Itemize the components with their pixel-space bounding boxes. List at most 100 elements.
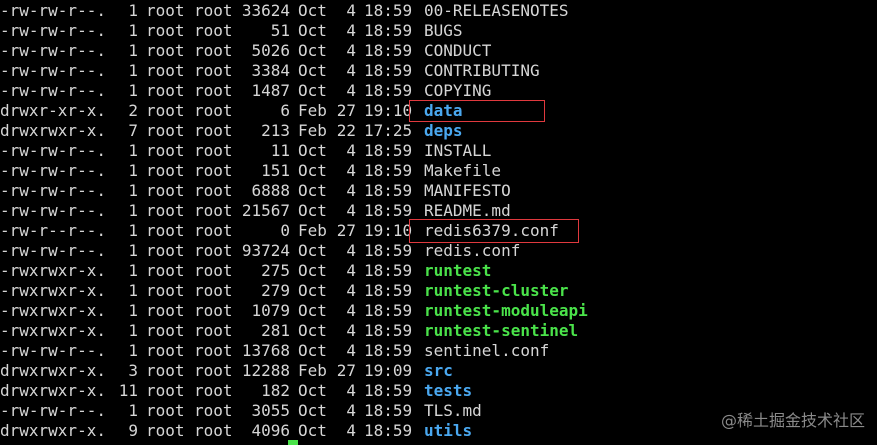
time-column: 18:59 (364, 281, 413, 300)
group-column: root (194, 301, 233, 320)
group-column: root (194, 161, 233, 180)
perm-column: -rwxrwxr-x. (0, 301, 106, 320)
terminal-window[interactable]: -rw-rw-r--. 1 root root 33624 Oct 4 18:59 00-REL… (0, 0, 877, 445)
month-column: Feb (298, 101, 327, 120)
executable-name: runtest-moduleapi (424, 301, 588, 320)
perm-column: -rw-rw-r--. (0, 41, 106, 60)
group-column: root (194, 41, 233, 60)
directory-name: tests (424, 381, 473, 400)
day-column: 4 (346, 341, 356, 360)
group-column: root (194, 121, 233, 140)
links-column: 2 (128, 101, 138, 120)
month-column: Oct (298, 281, 327, 300)
perm-column: drwxrwxr-x. (0, 361, 106, 380)
group-column: root (194, 281, 233, 300)
directory-name: deps (424, 121, 463, 140)
month-column: Oct (298, 341, 327, 360)
group-column: root (194, 141, 233, 160)
links-column: 1 (128, 201, 138, 220)
owner-column: root (146, 201, 185, 220)
owner-column: root (146, 1, 185, 20)
size-column: 3055 (251, 401, 290, 420)
owner-column: root (146, 321, 185, 340)
day-column: 4 (346, 201, 356, 220)
group-column: root (194, 181, 233, 200)
links-column: 9 (128, 421, 138, 440)
links-column: 1 (128, 21, 138, 40)
day-column: 4 (346, 241, 356, 260)
day-column: 4 (346, 301, 356, 320)
size-column: 51 (270, 21, 290, 40)
day-column: 4 (346, 181, 356, 200)
month-column: Feb (298, 121, 327, 140)
links-column: 3 (128, 361, 138, 380)
links-column: 1 (128, 61, 138, 80)
size-column: 33624 (241, 1, 290, 20)
links-column: 1 (128, 301, 138, 320)
time-column: 18:59 (364, 61, 413, 80)
size-column: 21567 (241, 201, 290, 220)
month-column: Oct (298, 401, 327, 420)
size-column: 281 (261, 321, 290, 340)
links-column: 1 (128, 161, 138, 180)
owner-column: root (146, 261, 185, 280)
size-column: 275 (261, 261, 290, 280)
day-column: 4 (346, 41, 356, 60)
perm-column: drwxrwxr-x. (0, 381, 106, 400)
size-column: 0 (280, 221, 290, 240)
month-column: Feb (298, 221, 327, 240)
highlight-box-redis6379-conf (409, 219, 579, 243)
owner-column: root (146, 41, 185, 60)
size-column: 1079 (251, 301, 290, 320)
time-column: 18:59 (364, 41, 413, 60)
links-column: 7 (128, 121, 138, 140)
day-column: 27 (336, 221, 356, 240)
owner-column: root (146, 61, 185, 80)
month-column: Oct (298, 1, 327, 20)
owner-column: root (146, 361, 185, 380)
file-name: INSTALL (424, 141, 492, 160)
file-name: README.md (424, 201, 511, 220)
owner-column: root (146, 21, 185, 40)
time-column: 18:59 (364, 401, 413, 420)
time-column: 18:59 (364, 181, 413, 200)
time-column: 18:59 (364, 1, 413, 20)
perm-column: -rw-rw-r--. (0, 241, 106, 260)
month-column: Oct (298, 181, 327, 200)
perm-column: drwxrwxr-x. (0, 121, 106, 140)
group-column: root (194, 81, 233, 100)
size-column: 3384 (251, 61, 290, 80)
month-column: Oct (298, 141, 327, 160)
day-column: 4 (346, 161, 356, 180)
links-column: 1 (128, 81, 138, 100)
perm-column: -rw-rw-r--. (0, 81, 106, 100)
time-column: 18:59 (364, 201, 413, 220)
time-column: 18:59 (364, 301, 413, 320)
day-column: 4 (346, 21, 356, 40)
perm-column: -rw-rw-r--. (0, 401, 106, 420)
time-column: 19:09 (364, 361, 413, 380)
executable-name: runtest (424, 261, 492, 280)
file-name: COPYING (424, 81, 492, 100)
month-column: Oct (298, 201, 327, 220)
day-column: 4 (346, 141, 356, 160)
perm-column: -rw-rw-r--. (0, 201, 106, 220)
time-column: 18:59 (364, 241, 413, 260)
time-column: 18:59 (364, 321, 413, 340)
group-column: root (194, 241, 233, 260)
size-column: 6888 (251, 181, 290, 200)
executable-name: runtest-sentinel (424, 321, 579, 340)
day-column: 4 (346, 421, 356, 440)
owner-column: root (146, 381, 185, 400)
day-column: 4 (346, 321, 356, 340)
highlight-box-data (409, 100, 545, 122)
time-column: 19:10 (364, 101, 413, 120)
month-column: Oct (298, 321, 327, 340)
owner-column: root (146, 161, 185, 180)
owner-column: root (146, 181, 185, 200)
links-column: 11 (118, 381, 138, 400)
month-column: Oct (298, 61, 327, 80)
directory-name: src (424, 361, 453, 380)
month-column: Oct (298, 261, 327, 280)
month-column: Oct (298, 421, 327, 440)
